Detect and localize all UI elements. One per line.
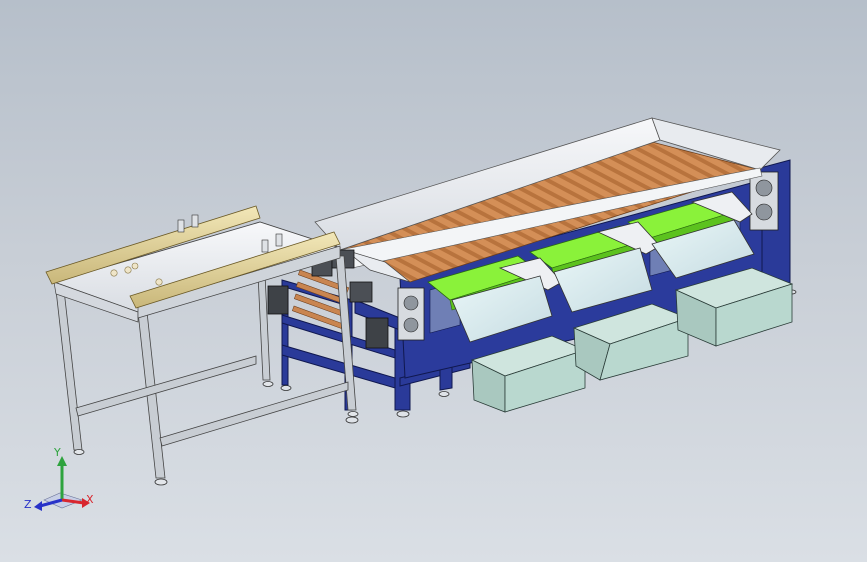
triad-x-label: X xyxy=(86,493,94,506)
triad-y-label: Y xyxy=(53,446,61,459)
cad-viewport[interactable]: Y X Z xyxy=(0,0,867,562)
axis-triad[interactable]: Y X Z xyxy=(24,446,94,511)
triad-z-label: Z xyxy=(24,498,32,511)
triad-z-arrow xyxy=(34,501,42,511)
sorting-machine-model[interactable]: Y X Z xyxy=(0,0,867,562)
